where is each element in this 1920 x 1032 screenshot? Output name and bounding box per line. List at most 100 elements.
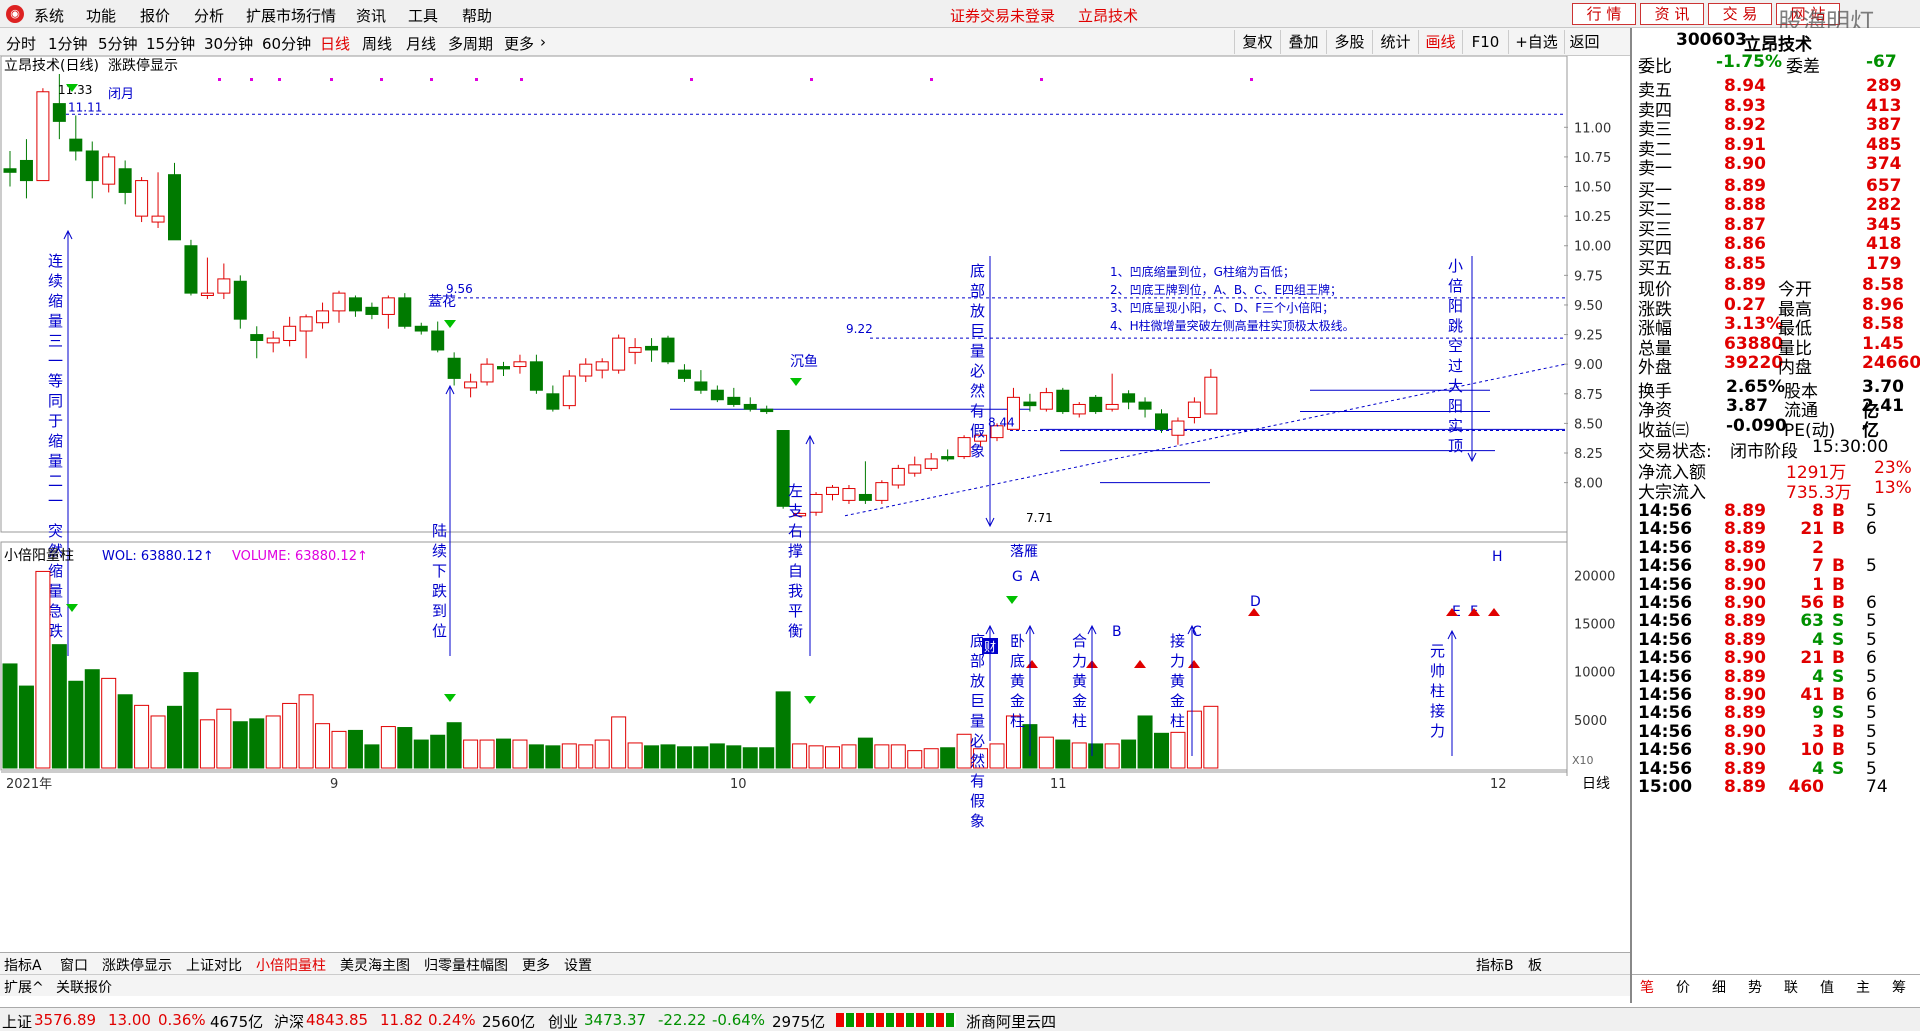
quote-tab-5[interactable]: 值 bbox=[1820, 977, 1834, 997]
indicator-tab-right-0[interactable]: 指标B bbox=[1476, 955, 1514, 975]
indicator-tabs: 指标A 窗口 涨跌停显示 上证对比 小倍阳量柱 美灵海主图 归零量柱幅图 更多 设置 指标B 板 bbox=[0, 952, 1630, 974]
app-logo-icon[interactable]: ◉ bbox=[6, 5, 24, 23]
stat-row-4-cell: 39220 bbox=[1724, 353, 1784, 373]
period-1min[interactable]: 1分钟 bbox=[48, 33, 88, 54]
volume-bar bbox=[841, 744, 857, 769]
weibi-row[interactable]: 委比 -1.75% 委差 -67 bbox=[1636, 52, 1918, 77]
candle-body bbox=[941, 456, 955, 460]
limit-dot-4 bbox=[380, 78, 383, 81]
indicator-tab-2[interactable]: 涨跌停显示 bbox=[102, 955, 172, 975]
index-sh-name[interactable]: 上证 bbox=[2, 1011, 32, 1032]
stat-row-0-cell: 8.89 bbox=[1724, 275, 1766, 295]
tick-row-15[interactable]: 15:00 8.89 460 74 bbox=[1636, 777, 1918, 800]
sell-level-1[interactable]: 卖一 8.90 374 bbox=[1636, 154, 1918, 179]
status-bar: 上证 3576.89 13.00 0.36% 4675亿 沪深 4843.85 … bbox=[0, 1007, 1920, 1031]
candle-body bbox=[1204, 376, 1218, 415]
quote-tab-7[interactable]: 筹 bbox=[1892, 977, 1906, 997]
indicator-tab-1[interactable]: 窗口 bbox=[60, 955, 88, 975]
quote-tab-2[interactable]: 细 bbox=[1712, 977, 1726, 997]
volume-bar bbox=[940, 747, 956, 769]
toolbar-btn-7[interactable]: 返回 bbox=[1564, 30, 1604, 54]
volume-bar bbox=[183, 672, 199, 769]
toolbar-btn-6[interactable]: +自选 bbox=[1508, 30, 1564, 54]
period-multi[interactable]: 多周期 bbox=[448, 33, 493, 54]
toolbar-btn-2[interactable]: 多股 bbox=[1326, 30, 1372, 54]
period-15min[interactable]: 15分钟 bbox=[146, 33, 195, 54]
menu-quote[interactable]: 报价 bbox=[140, 5, 170, 26]
top-btn-trade[interactable]: 交 易 bbox=[1708, 3, 1772, 25]
quote-tab-4[interactable]: 联 bbox=[1784, 977, 1798, 997]
stat2-row-2[interactable]: 收益㈢ -0.090 PE(动) - bbox=[1636, 416, 1918, 441]
chevron-right-icon[interactable]: › bbox=[540, 33, 546, 51]
period-more[interactable]: 更多 bbox=[504, 33, 534, 54]
tick-row-8-cell: 21 bbox=[1800, 648, 1824, 669]
buy-level-1-cell: 657 bbox=[1866, 175, 1902, 196]
indicator-tab-8[interactable]: 设置 bbox=[564, 955, 592, 975]
tick-row-6-cell: S bbox=[1832, 611, 1845, 632]
indicator-tab-right-1[interactable]: 板 bbox=[1528, 955, 1542, 975]
quote-tab-6[interactable]: 主 bbox=[1856, 977, 1870, 997]
indicator-tab-0[interactable]: 指标A bbox=[4, 955, 42, 975]
label-1111: 11.11 bbox=[68, 100, 102, 114]
trade-state[interactable]: 交易状态: 闭市阶段 15:30:00 bbox=[1636, 437, 1918, 462]
vtext-vol-yuanshuai: 接 bbox=[1430, 702, 1445, 720]
period-30min[interactable]: 30分钟 bbox=[204, 33, 253, 54]
period-daily[interactable]: 日线 bbox=[320, 33, 350, 54]
menu-analysis[interactable]: 分析 bbox=[194, 5, 224, 26]
menu-help[interactable]: 帮助 bbox=[462, 5, 492, 26]
toolbar-btn-5[interactable]: F10 bbox=[1462, 30, 1508, 54]
menu-ext-market[interactable]: 扩展市场行情 bbox=[246, 5, 336, 26]
period-5min[interactable]: 5分钟 bbox=[98, 33, 138, 54]
indicator-tab-3[interactable]: 上证对比 bbox=[186, 955, 242, 975]
tick-row-11-cell: 5 bbox=[1866, 703, 1877, 724]
indicator-tab-4[interactable]: 小倍阳量柱 bbox=[256, 955, 326, 975]
quote-header[interactable]: 300603 立昂技术 bbox=[1636, 30, 1918, 55]
quote-tab-1[interactable]: 价 bbox=[1676, 977, 1690, 997]
toolbar-btn-1[interactable]: 叠加 bbox=[1280, 30, 1326, 54]
flow-row-1[interactable]: 大宗流入 735.3万 13% bbox=[1636, 478, 1918, 503]
red-up-arrow-icon bbox=[1488, 608, 1500, 616]
tick-row-15-cell: 15:00 bbox=[1638, 777, 1693, 797]
sell-level-5-cell: 289 bbox=[1866, 76, 1902, 96]
volume-bar bbox=[808, 745, 824, 769]
vtext-vol-jieli: 金 bbox=[1170, 692, 1185, 710]
login-notice[interactable]: 证券交易未登录 bbox=[950, 5, 1055, 26]
server-name[interactable]: 浙商阿里云四 bbox=[966, 1011, 1056, 1032]
quote-tab-3[interactable]: 势 bbox=[1748, 977, 1762, 997]
volume-bar bbox=[528, 744, 544, 769]
period-monthly[interactable]: 月线 bbox=[406, 33, 436, 54]
stat-row-4-cell: 外盘 bbox=[1638, 358, 1672, 378]
period-60min[interactable]: 60分钟 bbox=[262, 33, 311, 54]
tab-extend[interactable]: 扩展^ bbox=[4, 977, 44, 997]
vtext-vol-bottom: 假 bbox=[970, 792, 985, 810]
menu-function[interactable]: 功能 bbox=[86, 5, 116, 26]
stat-row-4[interactable]: 外盘 39220 内盘 24660 bbox=[1636, 353, 1920, 378]
top-btn-market[interactable]: 行 情 bbox=[1572, 3, 1636, 25]
buy-level-5[interactable]: 买五 8.85 179 bbox=[1636, 254, 1918, 279]
indicator-tab-5[interactable]: 美灵海主图 bbox=[340, 955, 410, 975]
top-btn-news[interactable]: 资 讯 bbox=[1640, 3, 1704, 25]
index-cy-name[interactable]: 创业 bbox=[548, 1011, 578, 1032]
vtext-balance: 我 bbox=[788, 582, 803, 600]
menu-news[interactable]: 资讯 bbox=[356, 5, 386, 26]
market-breadth-bar bbox=[836, 1013, 956, 1027]
indicator-tab-6[interactable]: 归零量柱幅图 bbox=[424, 955, 508, 975]
toolbar-btn-0[interactable]: 复权 bbox=[1234, 30, 1280, 54]
candle-body bbox=[727, 396, 741, 405]
tick-row-10-cell: 41 bbox=[1800, 685, 1824, 705]
menu-tools[interactable]: 工具 bbox=[408, 5, 438, 26]
menu-system[interactable]: 系统 bbox=[34, 5, 64, 26]
period-weekly[interactable]: 周线 bbox=[362, 33, 392, 54]
tick-row-10-cell: 6 bbox=[1866, 685, 1877, 705]
tag-A: A bbox=[1030, 569, 1040, 585]
chart-area[interactable]: 11.00 10.75 10.50 10.25 10.00 9.75 9.50 9.25 9.0… bbox=[0, 56, 1630, 970]
toolbar-btn-4[interactable]: 画线 bbox=[1418, 30, 1462, 54]
tab-related-quote[interactable]: 关联报价 bbox=[56, 977, 112, 997]
period-fenshi[interactable]: 分时 bbox=[6, 33, 36, 54]
vtext-gradual-decline: 到 bbox=[432, 602, 447, 620]
quote-tab-0[interactable]: 笔 bbox=[1640, 977, 1654, 997]
indicator-tab-7[interactable]: 更多 bbox=[522, 955, 550, 975]
red-up-arrow-icon bbox=[1188, 660, 1200, 668]
index-sz-name[interactable]: 沪深 bbox=[274, 1011, 304, 1032]
toolbar-btn-3[interactable]: 统计 bbox=[1372, 30, 1418, 54]
